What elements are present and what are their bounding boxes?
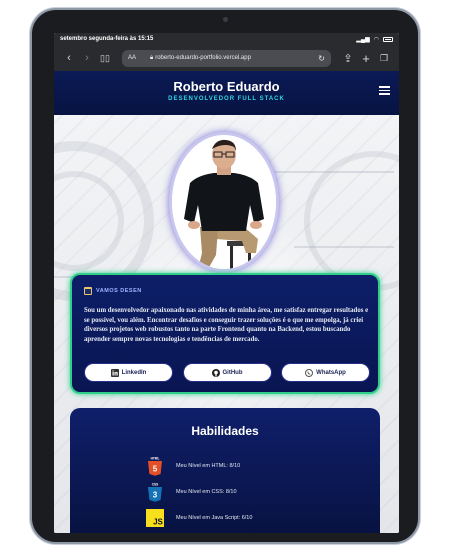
- social-links: LinkedIn GitHub WhatsApp: [84, 363, 370, 382]
- svg-text:3: 3: [153, 491, 158, 500]
- skill-item-css: CSS 3 Meu Nível em CSS: 8/10: [146, 482, 237, 502]
- skill-label-css: Meu Nível em CSS: 8/10: [176, 489, 237, 495]
- back-icon[interactable]: ‹: [60, 52, 78, 64]
- about-description: Sou um desenvolvedor apaixonado nas ativ…: [84, 307, 369, 343]
- web-page: Roberto Eduardo DESENVOLVEDOR FULL STACK: [54, 71, 399, 533]
- text-size-button[interactable]: AA: [128, 55, 136, 61]
- skill-label-html: Meu Nível em HTML: 8/10: [176, 463, 241, 469]
- svg-text:HTML: HTML: [151, 457, 160, 461]
- forward-icon[interactable]: ›: [78, 52, 96, 64]
- battery-icon: [383, 36, 393, 42]
- skill-item-html: HTML 5 Meu Nível em HTML: 8/10: [146, 456, 240, 476]
- url-text[interactable]: roberto-eduardo-portfolio.vercel.app: [155, 55, 318, 61]
- address-bar[interactable]: AA 🔒︎ roberto-eduardo-portfolio.vercel.a…: [122, 49, 331, 67]
- skill-item-javascript: JS Meu Nível em Java Script: 6/10: [146, 508, 252, 528]
- svg-text:5: 5: [153, 465, 158, 474]
- skills-title: Habilidades: [191, 424, 259, 438]
- signal-icon: ▂▄▆: [356, 36, 370, 43]
- skills-section: Habilidades HTML 5 Meu Nível em HTML: 8/…: [70, 408, 380, 533]
- tabs-icon[interactable]: ❐: [375, 53, 393, 64]
- profile-person-illustration: [172, 135, 276, 269]
- terminal-icon: [84, 287, 92, 295]
- reload-icon[interactable]: ↻: [318, 54, 325, 63]
- front-camera: [223, 17, 228, 22]
- tablet-frame: setembro segunda-feira às 15:15 ▂▄▆ ◠ ‹ …: [30, 8, 420, 544]
- hamburger-menu-icon[interactable]: [379, 86, 390, 95]
- background-circuit-line: [294, 246, 394, 248]
- wifi-icon: ◠: [373, 36, 379, 43]
- skill-label-javascript: Meu Nível em Java Script: 6/10: [176, 515, 253, 521]
- about-card: VAMOS DESEN Sou um desenvolvedor apaixon…: [70, 273, 380, 394]
- new-tab-icon[interactable]: +: [357, 51, 375, 66]
- browser-toolbar: ‹ › ▯▯ AA 🔒︎ roberto-eduardo-portfolio.v…: [54, 45, 399, 71]
- background-circuit-line: [274, 171, 394, 173]
- github-label: GitHub: [222, 369, 243, 376]
- whatsapp-button[interactable]: WhatsApp: [281, 363, 370, 382]
- profile-photo: [169, 132, 279, 272]
- site-subtitle: DESENVOLVEDOR FULL STACK: [168, 96, 285, 102]
- about-title: VAMOS DESEN: [96, 288, 142, 294]
- linkedin-icon: [110, 368, 119, 377]
- about-heading: VAMOS DESEN: [84, 287, 142, 295]
- lock-icon: 🔒︎: [150, 54, 154, 61]
- screen: setembro segunda-feira às 15:15 ▂▄▆ ◠ ‹ …: [54, 33, 399, 533]
- share-icon[interactable]: ⇪: [339, 52, 357, 65]
- linkedin-button[interactable]: LinkedIn: [84, 363, 173, 382]
- svg-text:JS: JS: [153, 518, 163, 527]
- svg-text:CSS: CSS: [152, 483, 159, 487]
- whatsapp-label: WhatsApp: [316, 369, 346, 376]
- github-icon: [211, 368, 220, 377]
- javascript-icon: JS: [146, 508, 164, 528]
- whatsapp-icon: [305, 368, 314, 377]
- css3-icon: CSS 3: [146, 482, 164, 502]
- status-bar: setembro segunda-feira às 15:15 ▂▄▆ ◠: [54, 33, 399, 45]
- bookmarks-icon[interactable]: ▯▯: [96, 53, 114, 64]
- site-header: Roberto Eduardo DESENVOLVEDOR FULL STACK: [54, 71, 399, 115]
- github-button[interactable]: GitHub: [182, 363, 272, 382]
- linkedin-label: LinkedIn: [121, 369, 147, 376]
- site-title: Roberto Eduardo: [173, 79, 280, 94]
- html5-icon: HTML 5: [146, 456, 164, 476]
- status-datetime: setembro segunda-feira às 15:15: [60, 36, 154, 42]
